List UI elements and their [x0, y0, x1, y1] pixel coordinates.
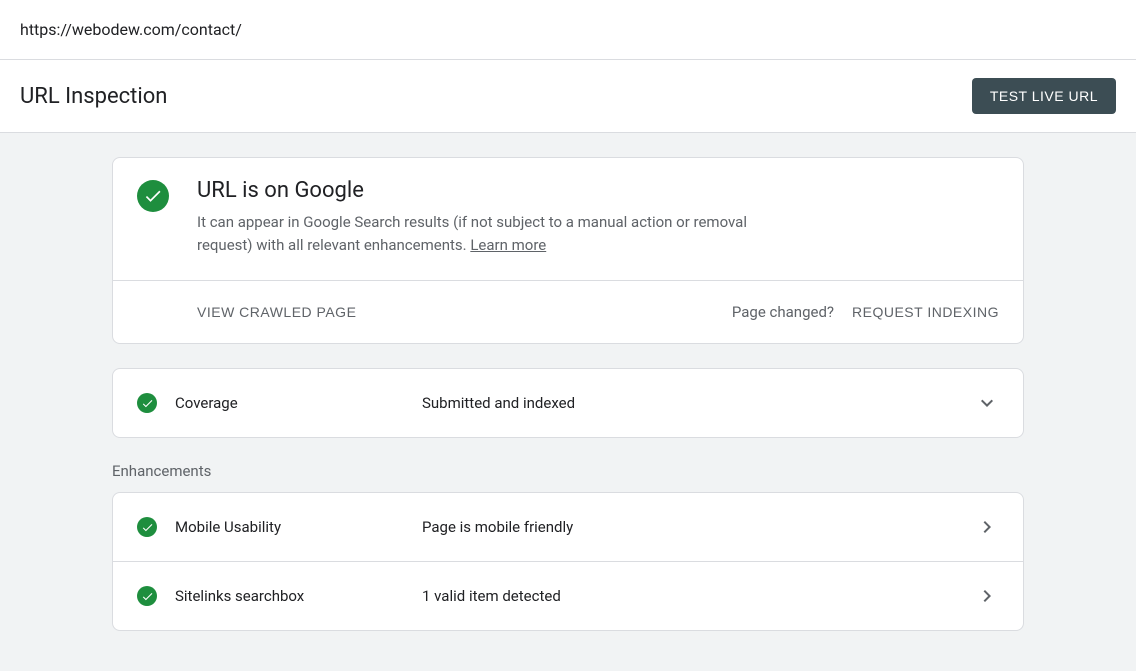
- enhancements-panel: Mobile Usability Page is mobile friendly…: [112, 492, 1024, 631]
- enhancement-label: Sitelinks searchbox: [157, 587, 422, 605]
- enhancement-value: 1 valid item detected: [422, 587, 975, 605]
- enhancement-label: Mobile Usability: [157, 518, 422, 536]
- coverage-panel[interactable]: Coverage Submitted and indexed: [112, 368, 1024, 438]
- content-area: URL is on Google It can appear in Google…: [0, 133, 1136, 671]
- status-actions: VIEW CRAWLED PAGE Page changed? REQUEST …: [113, 280, 1023, 343]
- page-changed-label: Page changed?: [732, 303, 834, 321]
- check-icon: [137, 393, 157, 413]
- sitelinks-searchbox-row[interactable]: Sitelinks searchbox 1 valid item detecte…: [113, 561, 1023, 630]
- status-summary: URL is on Google It can appear in Google…: [113, 158, 1023, 280]
- check-icon: [137, 517, 157, 537]
- chevron-down-icon: [975, 391, 999, 415]
- chevron-right-icon: [975, 515, 999, 539]
- check-icon: [137, 586, 157, 606]
- inspected-url: https://webodew.com/contact/: [20, 20, 242, 39]
- request-indexing-button[interactable]: REQUEST INDEXING: [852, 304, 999, 320]
- learn-more-link[interactable]: Learn more: [470, 236, 546, 254]
- coverage-value: Submitted and indexed: [422, 394, 975, 412]
- view-crawled-page-button[interactable]: VIEW CRAWLED PAGE: [197, 304, 356, 320]
- status-description: It can appear in Google Search results (…: [197, 211, 757, 256]
- test-live-url-button[interactable]: TEST LIVE URL: [972, 78, 1116, 114]
- coverage-label: Coverage: [157, 394, 422, 412]
- status-heading: URL is on Google: [197, 178, 757, 203]
- status-card: URL is on Google It can appear in Google…: [112, 157, 1024, 344]
- mobile-usability-row[interactable]: Mobile Usability Page is mobile friendly: [113, 493, 1023, 561]
- chevron-right-icon: [975, 584, 999, 608]
- page-header: URL Inspection TEST LIVE URL: [0, 60, 1136, 133]
- page-title: URL Inspection: [20, 84, 167, 109]
- check-icon: [137, 180, 169, 212]
- url-bar: https://webodew.com/contact/: [0, 0, 1136, 60]
- enhancement-value: Page is mobile friendly: [422, 518, 975, 536]
- enhancements-section-label: Enhancements: [112, 462, 1024, 480]
